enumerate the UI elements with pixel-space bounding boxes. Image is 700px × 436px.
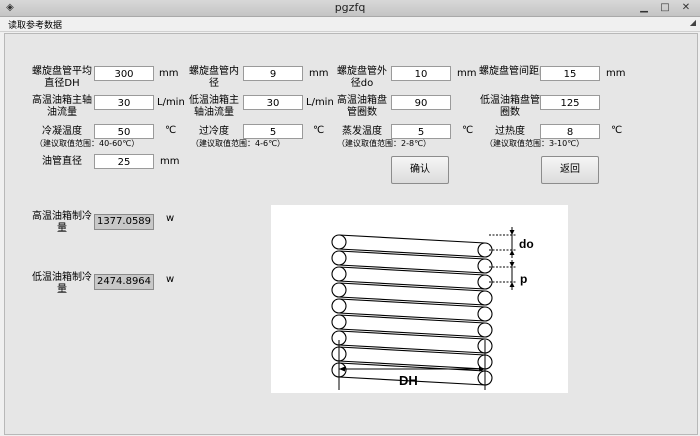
- label-oil-pipe-diameter: 油管直径: [42, 156, 82, 167]
- coil-section-right: [477, 306, 493, 322]
- unit-inner-diameter: mm: [309, 68, 329, 79]
- unit-mean-diameter: mm: [159, 68, 179, 79]
- label-do: do: [519, 237, 534, 251]
- coil-section-right: [477, 258, 493, 274]
- confirm-button[interactable]: 确认: [391, 156, 449, 184]
- coil-section-left: [331, 266, 347, 282]
- label-high-coil-turns: 高温油箱盘管圈数: [337, 95, 387, 118]
- coil-section-left: [331, 298, 347, 314]
- hint-superheat: （建议取值范围：3-10℃）: [485, 139, 585, 148]
- input-oil-pipe-diameter[interactable]: 25: [94, 154, 154, 169]
- label-evaporating-temp: 蒸发温度: [342, 126, 382, 137]
- label-high-cooling-capacity: 高温油箱制冷量: [32, 211, 92, 234]
- back-button[interactable]: 返回: [541, 156, 599, 184]
- input-outer-diameter[interactable]: 10: [391, 66, 451, 81]
- coil-turn: [338, 298, 486, 322]
- coil-section-right: [477, 322, 493, 338]
- coil-turn: [338, 314, 486, 338]
- coil-turn: [338, 234, 486, 258]
- title-bar: ◈ pgzfq ▁ □ ✕: [0, 0, 700, 17]
- unit-superheat: ℃: [611, 125, 623, 136]
- label-low-oil-flow: 低温油箱主轴油流量: [189, 95, 239, 118]
- label-subcooling: 过冷度: [199, 126, 229, 137]
- label-mean-diameter: 螺旋盘管平均直径DH: [32, 66, 92, 89]
- input-mean-diameter[interactable]: 300: [94, 66, 154, 81]
- label-low-coil-turns: 低温油箱盘管圈数: [480, 95, 540, 118]
- unit-outer-diameter: mm: [457, 68, 477, 79]
- input-low-coil-turns[interactable]: 125: [540, 95, 600, 110]
- unit-coil-pitch: mm: [606, 68, 626, 79]
- input-evaporating-temp[interactable]: 5: [391, 124, 451, 139]
- label-outer-diameter: 螺旋盘管外径do: [337, 66, 387, 89]
- label-high-oil-flow: 高温油箱主轴油流量: [32, 95, 92, 118]
- label-coil-pitch: 螺旋盘管间距p: [479, 66, 546, 77]
- maximize-button[interactable]: □: [655, 1, 675, 14]
- hint-evaporating-temp: （建议取值范围：2-8℃）: [337, 139, 432, 148]
- unit-high-oil-flow: L/min: [157, 97, 185, 108]
- coil-diagram-svg: do p DH: [331, 227, 534, 390]
- input-superheat[interactable]: 8: [540, 124, 600, 139]
- label-inner-diameter: 螺旋盘管内径: [189, 66, 239, 89]
- coil-section-right: [477, 290, 493, 306]
- coil-section-left: [331, 234, 347, 250]
- coil-turn: [338, 266, 486, 290]
- coil-section-left: [331, 314, 347, 330]
- input-inner-diameter[interactable]: 9: [243, 66, 303, 81]
- menu-arrow-icon[interactable]: ◢: [690, 18, 696, 27]
- coil-diagram: do p DH: [271, 205, 568, 393]
- hint-condensing-temp: （建议取值范围：40-60℃）: [35, 139, 140, 148]
- coil-section-left: [331, 250, 347, 266]
- label-condensing-temp: 冷凝温度: [42, 126, 82, 137]
- unit-condensing-temp: ℃: [165, 125, 177, 136]
- unit-high-cooling-capacity: w: [166, 213, 175, 224]
- coil-turn: [338, 282, 486, 306]
- unit-low-oil-flow: L/min: [306, 97, 334, 108]
- window-title: pgzfq: [334, 1, 366, 14]
- unit-oil-pipe-diameter: mm: [160, 156, 180, 167]
- output-high-cooling-capacity: 1377.0589: [94, 214, 154, 230]
- label-low-cooling-capacity: 低温油箱制冷量: [32, 272, 92, 295]
- output-low-cooling-capacity: 2474.8964: [94, 274, 154, 290]
- input-subcooling[interactable]: 5: [243, 124, 303, 139]
- input-condensing-temp[interactable]: 50: [94, 124, 154, 139]
- input-high-coil-turns[interactable]: 90: [391, 95, 451, 110]
- coil-turn: [338, 346, 486, 370]
- label-superheat: 过热度: [495, 126, 525, 137]
- menu-bar: 读取参考数据 ◢: [0, 17, 700, 32]
- label-dh: DH: [399, 373, 418, 388]
- input-high-oil-flow[interactable]: 30: [94, 95, 154, 110]
- minimize-button[interactable]: ▁: [634, 1, 654, 14]
- input-low-oil-flow[interactable]: 30: [243, 95, 303, 110]
- coil-turn: [338, 250, 486, 274]
- coil-section-left: [331, 282, 347, 298]
- hint-subcooling: （建议取值范围：4-6℃）: [191, 139, 286, 148]
- unit-evaporating-temp: ℃: [462, 125, 474, 136]
- unit-low-cooling-capacity: w: [166, 274, 175, 285]
- unit-subcooling: ℃: [313, 125, 325, 136]
- input-coil-pitch[interactable]: 15: [540, 66, 600, 81]
- menu-item-load-reference[interactable]: 读取参考数据: [8, 18, 62, 31]
- close-button[interactable]: ✕: [676, 1, 696, 14]
- coil-turn: [338, 330, 486, 354]
- label-p: p: [520, 272, 527, 286]
